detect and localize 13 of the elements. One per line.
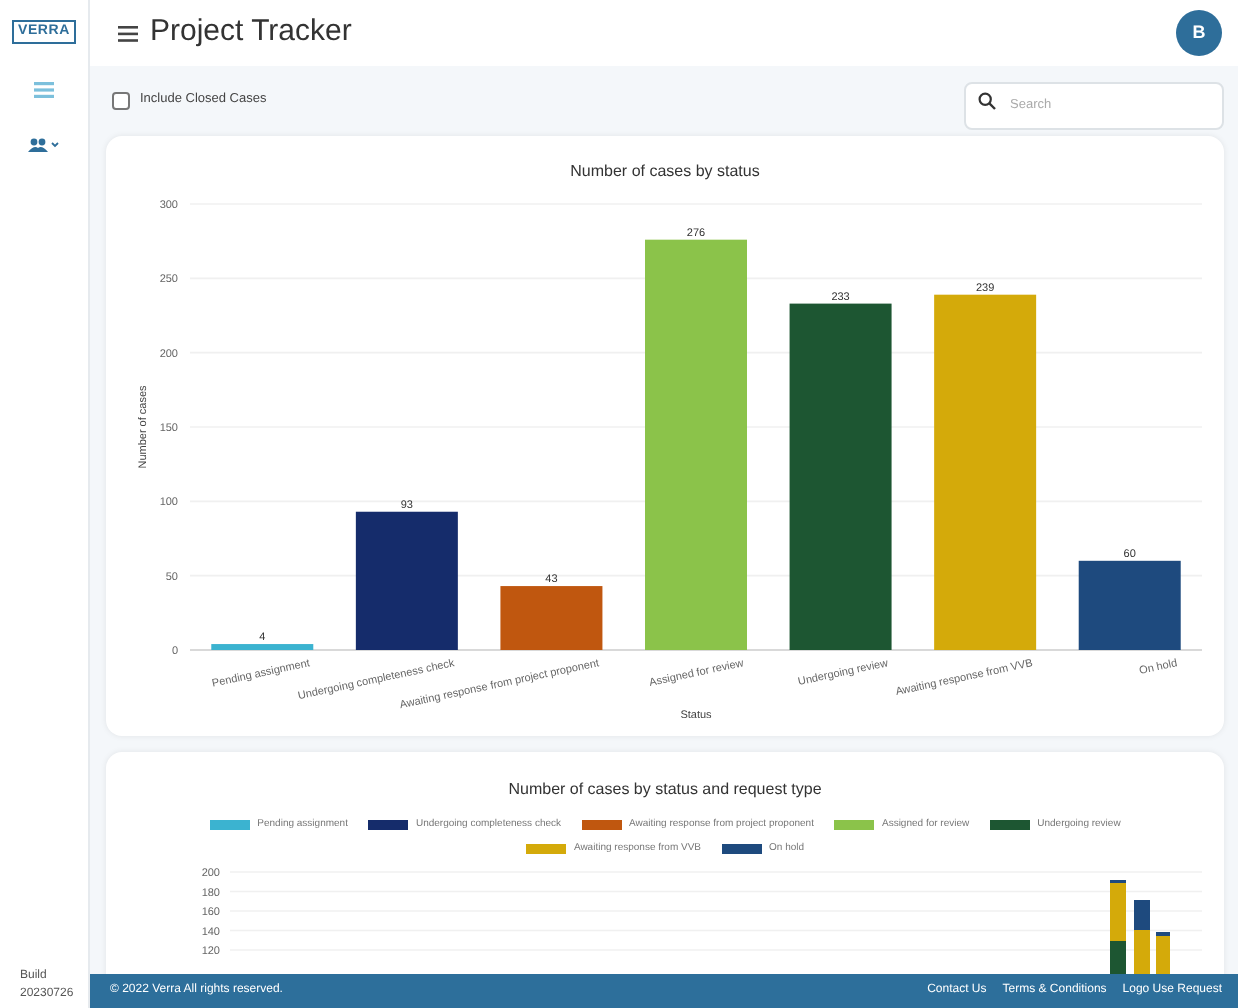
stacked-bars-drawing bbox=[1110, 880, 1170, 974]
people-icon[interactable] bbox=[28, 137, 60, 154]
bar bbox=[1078, 560, 1181, 650]
chart-title: Number of cases by status and request type bbox=[506, 778, 824, 802]
user-avatar[interactable]: B bbox=[1176, 10, 1222, 56]
bar bbox=[355, 511, 458, 650]
bar bbox=[500, 586, 603, 650]
search-icon bbox=[978, 91, 996, 109]
page-title: Project Tracker bbox=[150, 12, 352, 53]
chart-title: Number of cases by status bbox=[570, 162, 760, 180]
bar bbox=[211, 644, 314, 650]
menu-icon[interactable] bbox=[118, 25, 138, 41]
include-closed-checkbox[interactable] bbox=[112, 91, 130, 109]
